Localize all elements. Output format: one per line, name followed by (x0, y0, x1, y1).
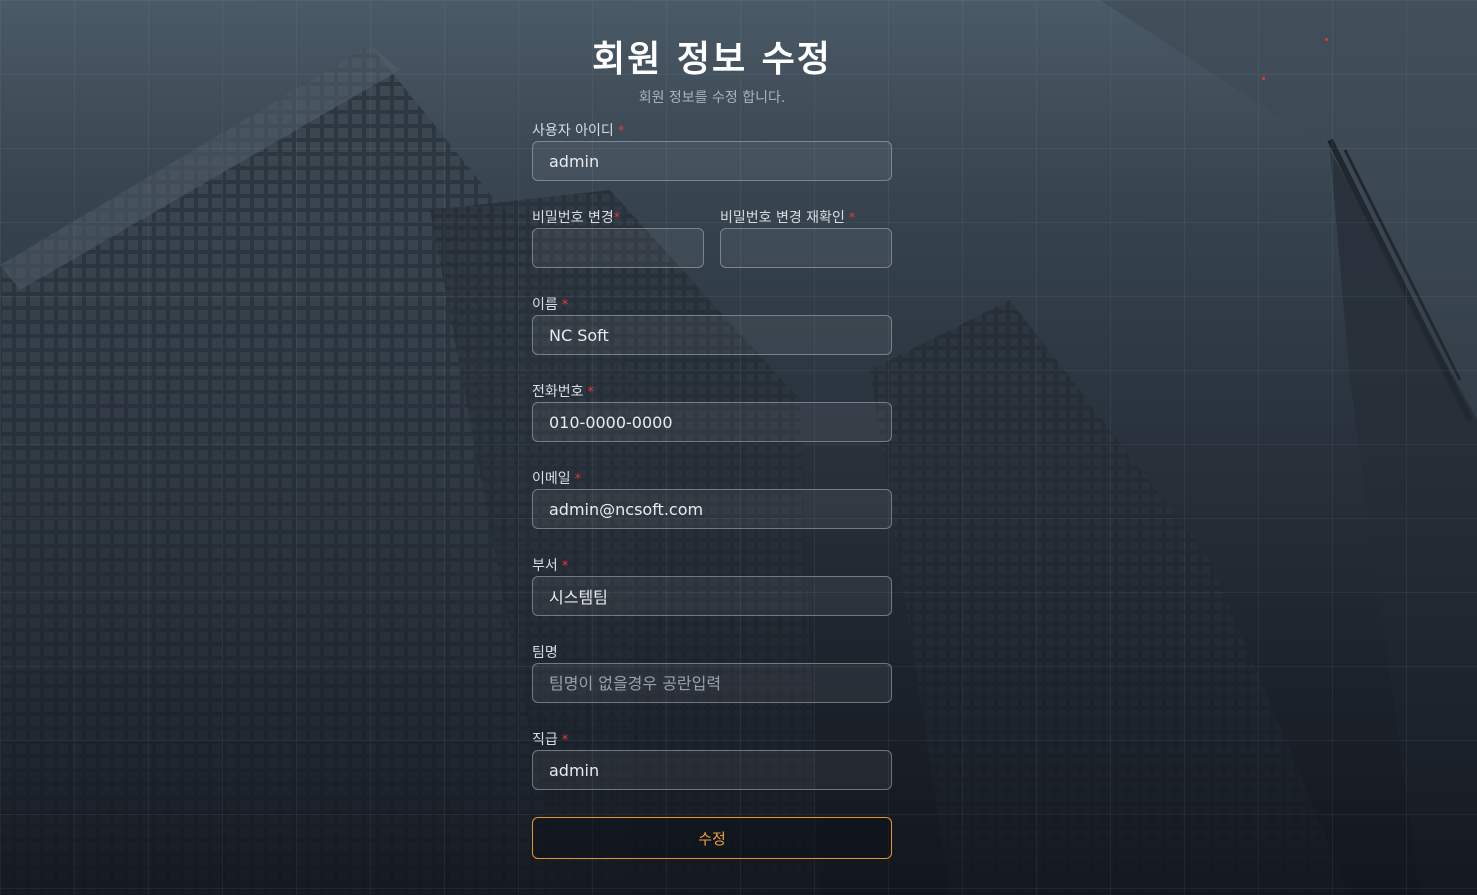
user-id-input[interactable] (532, 141, 892, 181)
phone-label: 전화번호 * (532, 383, 892, 401)
required-mark: * (561, 559, 569, 574)
required-mark: * (561, 298, 569, 313)
name-input[interactable] (532, 315, 892, 355)
decor-dot (1325, 38, 1328, 41)
name-label-text: 이름 (532, 297, 558, 313)
phone-input[interactable] (532, 402, 892, 442)
department-field: 부서 * (532, 557, 892, 616)
password-field: 비밀번호 변경* (532, 209, 704, 268)
team-input[interactable] (532, 663, 892, 703)
position-label-text: 직급 (532, 732, 558, 748)
email-label: 이메일 * (532, 470, 892, 488)
required-mark: * (561, 733, 569, 748)
name-label: 이름 * (532, 296, 892, 314)
team-field: 팀명 (532, 644, 892, 703)
required-mark: * (613, 211, 621, 226)
name-field: 이름 * (532, 296, 892, 355)
password-confirm-input[interactable] (720, 228, 892, 268)
required-mark: * (617, 124, 625, 139)
department-label: 부서 * (532, 557, 892, 575)
user-id-label-text: 사용자 아이디 (532, 123, 614, 139)
password-confirm-field: 비밀번호 변경 재확인 * (720, 209, 892, 268)
password-label-text: 비밀번호 변경 (532, 210, 614, 226)
page-title: 회원 정보 수정 (592, 39, 832, 80)
department-label-text: 부서 (532, 558, 558, 574)
email-input[interactable] (532, 489, 892, 529)
page-subtitle: 회원 정보를 수정 합니다. (638, 90, 786, 106)
decor-dot (1262, 77, 1265, 80)
submit-button[interactable]: 수정 (532, 817, 892, 859)
user-id-field: 사용자 아이디 * (532, 122, 892, 181)
team-label-text: 팀명 (532, 645, 558, 661)
required-mark: * (574, 472, 582, 487)
position-input[interactable] (532, 750, 892, 790)
phone-field: 전화번호 * (532, 383, 892, 442)
password-confirm-label-text: 비밀번호 변경 재확인 (720, 210, 845, 226)
email-field: 이메일 * (532, 470, 892, 529)
email-label-text: 이메일 (532, 471, 571, 487)
team-label: 팀명 (532, 644, 892, 662)
password-label: 비밀번호 변경* (532, 209, 704, 227)
user-id-label: 사용자 아이디 * (532, 122, 892, 140)
phone-label-text: 전화번호 (532, 384, 584, 400)
required-mark: * (848, 211, 856, 226)
department-input[interactable] (532, 576, 892, 616)
position-field: 직급 * (532, 731, 892, 790)
password-confirm-label: 비밀번호 변경 재확인 * (720, 209, 892, 227)
position-label: 직급 * (532, 731, 892, 749)
required-mark: * (587, 385, 595, 400)
password-input[interactable] (532, 228, 704, 268)
